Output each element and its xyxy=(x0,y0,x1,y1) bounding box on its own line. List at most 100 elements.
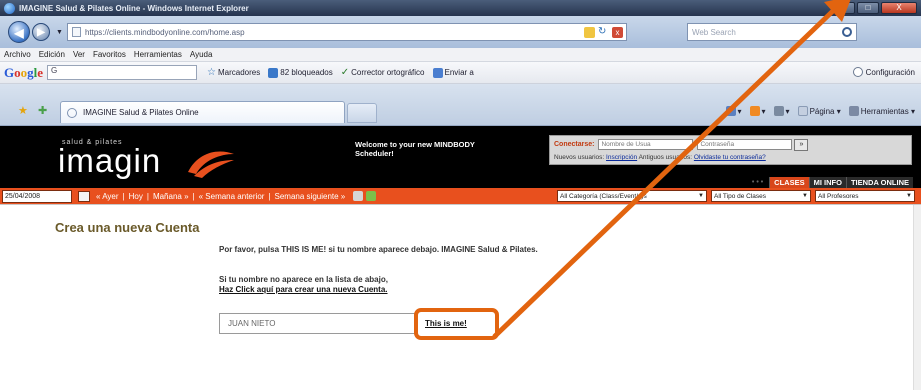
logo-swoosh-icon xyxy=(188,151,234,178)
client-name-field: JUAN NIETO xyxy=(219,313,415,334)
spellcheck-button[interactable]: ✓ Corrector ortográfico xyxy=(340,66,425,78)
popup-blocker-button[interactable]: 82 bloqueados xyxy=(268,67,333,78)
next-week-link[interactable]: Semana siguiente » xyxy=(275,192,346,201)
command-bar: ▾ ▾ ▾ Página ▾ Herramientas ▾ xyxy=(725,106,915,116)
tab-loading-icon xyxy=(67,107,77,118)
chevron-down-icon: ▼ xyxy=(802,193,808,199)
url-text: https://clients.mindbodyonline.com/home.… xyxy=(84,27,245,37)
tab-clases[interactable]: CLASES xyxy=(769,177,809,188)
address-bar: ◀ ▶ ▼ https://clients.mindbodyonline.com… xyxy=(0,16,921,48)
page-icon xyxy=(71,27,81,37)
feeds-button[interactable]: ▾ xyxy=(749,106,766,116)
web-search-placeholder: Web Search xyxy=(691,27,736,37)
date-bar-icons xyxy=(353,191,377,201)
menu-edicion[interactable]: Edición xyxy=(39,50,65,59)
printer-icon xyxy=(773,106,784,116)
welcome-message: Welcome to your new MINDBODY Scheduler! xyxy=(355,140,475,158)
url-field[interactable]: https://clients.mindbodyonline.com/home.… xyxy=(66,23,627,41)
menu-ayuda[interactable]: Ayuda xyxy=(190,50,213,59)
class-type-select[interactable]: All Tipo de Clases ▼ xyxy=(711,190,811,202)
forgot-password-link[interactable]: Olvidaste tu contraseña? xyxy=(694,154,766,161)
site-header: salud & pilates imagin Welcome to your n… xyxy=(0,126,921,188)
today-link[interactable]: Hoy xyxy=(129,192,143,201)
register-link[interactable]: Inscripción xyxy=(606,154,637,161)
login-panel: Conectarse: Nombre de Usua Contraseña » … xyxy=(549,135,912,165)
main-content: Crea una nueva Cuenta Por favor, pulsa T… xyxy=(0,204,921,390)
maximize-button[interactable]: □ xyxy=(857,2,879,14)
web-page: salud & pilates imagin Welcome to your n… xyxy=(0,126,921,390)
star-icon: ☆ xyxy=(207,66,216,78)
calendar-icon[interactable] xyxy=(78,190,90,202)
forward-button[interactable]: ▶ xyxy=(32,23,50,41)
instruction-text: Por favor, pulsa THIS IS ME! si tu nombr… xyxy=(219,245,538,254)
login-links: Nuevos usuarios: Inscripción Antiguos us… xyxy=(554,154,907,161)
stop-icon[interactable]: x xyxy=(611,26,623,38)
tab-row: ★ ✚ IMAGINE Salud & Pilates Online ▾ ▾ ▾… xyxy=(0,84,921,126)
minimize-button[interactable]: – xyxy=(833,2,855,14)
lock-icon[interactable] xyxy=(583,26,595,38)
yesterday-link[interactable]: « Ayer xyxy=(96,192,119,201)
tab-mi-info[interactable]: MI INFO xyxy=(808,177,846,188)
close-window-button[interactable]: X xyxy=(881,2,917,14)
menu-ver[interactable]: Ver xyxy=(73,50,85,59)
window-title: IMAGINE Salud & Pilates Online - Windows… xyxy=(19,3,249,13)
tools-icon xyxy=(848,106,859,116)
create-account-link[interactable]: Haz Click aquí para crear una nueva Cuen… xyxy=(219,285,388,294)
google-logo: Google xyxy=(4,64,44,80)
login-label: Conectarse: xyxy=(554,141,595,148)
chevron-down-icon: ▼ xyxy=(698,193,704,199)
history-dropdown-icon[interactable]: ▼ xyxy=(56,29,63,36)
tools-menu-button[interactable]: Herramientas ▾ xyxy=(848,106,915,116)
date-field[interactable]: 25/04/2008 xyxy=(2,189,72,203)
new-tab-button[interactable] xyxy=(347,103,377,123)
login-row: Conectarse: Nombre de Usua Contraseña » xyxy=(554,138,907,151)
tab-label: IMAGINE Salud & Pilates Online xyxy=(83,108,199,117)
tomorrow-link[interactable]: Mañana » xyxy=(153,192,189,201)
favorites-star-icon[interactable]: ★ xyxy=(18,104,28,117)
this-is-me-link[interactable]: This is me! xyxy=(425,319,467,328)
print-button[interactable]: ▾ xyxy=(773,106,790,116)
date-nav-links: « Ayer | Hoy | Mañana » | « Semana anterior | Se… xyxy=(96,191,346,201)
filters: All Categoría (Class/Event/x)s ▼ All Tipo… xyxy=(557,190,915,202)
bookmarks-button[interactable]: ☆ Marcadores xyxy=(207,66,260,78)
tab-imagine[interactable]: IMAGINE Salud & Pilates Online xyxy=(60,101,345,123)
google-settings-button[interactable]: Configuración xyxy=(852,67,915,77)
search-icon[interactable] xyxy=(841,27,852,37)
previous-week-link[interactable]: « Semana anterior xyxy=(199,192,265,201)
page-title: Crea una nueva Cuenta xyxy=(55,220,200,235)
print-icon[interactable] xyxy=(353,191,364,201)
chevron-down-icon: ▼ xyxy=(906,193,912,199)
send-to-button[interactable]: Enviar a xyxy=(432,67,474,78)
spellcheck-icon: ✓ xyxy=(340,66,350,78)
category-select[interactable]: All Categoría (Class/Event/x)s ▼ xyxy=(557,190,707,202)
home-button[interactable]: ▾ xyxy=(725,106,742,116)
add-favorite-icon[interactable]: ✚ xyxy=(38,104,47,117)
google-search-input[interactable]: G xyxy=(47,65,198,80)
settings-icon xyxy=(852,67,863,77)
rss-icon xyxy=(749,106,760,116)
popup-blocked-icon xyxy=(268,67,279,78)
new-users-label: Nuevos usuarios: xyxy=(554,154,605,161)
username-field[interactable]: Nombre de Usua xyxy=(598,139,694,150)
web-search-input[interactable]: Web Search xyxy=(686,23,857,41)
nav-dots-icon: • • • xyxy=(751,179,764,186)
help-icon[interactable] xyxy=(366,191,377,201)
login-go-button[interactable]: » xyxy=(794,138,809,151)
site-nav-tabs: • • • CLASES MI INFO TIENDA ONLINE xyxy=(752,177,913,188)
password-field[interactable]: Contraseña xyxy=(697,139,793,150)
refresh-icon[interactable]: ↻ xyxy=(598,26,609,38)
page-menu-icon xyxy=(797,106,808,116)
home-icon xyxy=(725,106,736,116)
back-button[interactable]: ◀ xyxy=(8,21,30,43)
menu-archivo[interactable]: Archivo xyxy=(4,50,31,59)
site-logo[interactable]: imagin xyxy=(58,142,161,180)
window-controls: – □ X xyxy=(833,2,917,14)
page-scrollbar[interactable] xyxy=(913,205,921,390)
instructor-select[interactable]: All Profesores ▼ xyxy=(815,190,915,202)
send-icon xyxy=(432,67,443,78)
menu-herramientas[interactable]: Herramientas xyxy=(134,50,182,59)
page-menu-button[interactable]: Página ▾ xyxy=(797,106,841,116)
ie-logo-icon xyxy=(4,2,15,14)
menu-favoritos[interactable]: Favoritos xyxy=(93,50,126,59)
tab-tienda-online[interactable]: TIENDA ONLINE xyxy=(845,177,913,188)
